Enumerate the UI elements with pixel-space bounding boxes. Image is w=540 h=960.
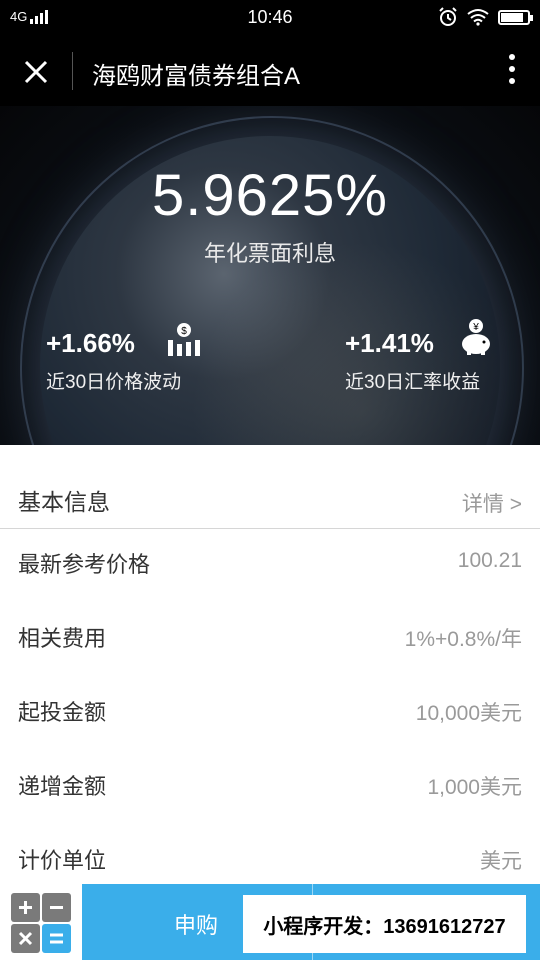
info-row-reference-price: 最新参考价格 100.21	[0, 529, 540, 603]
row-label: 计价单位	[18, 848, 107, 873]
stat-value: +1.66%	[46, 328, 135, 358]
hero-banner: 5.9625% 年化票面利息 +1.66% 近30日价格波动 $ +1.41% …	[0, 106, 540, 445]
page-title: 海鸥财富债券组合A	[92, 63, 301, 90]
piggy-bank-yen-icon: ¥	[462, 319, 490, 355]
annual-rate-label: 年化票面利息	[203, 241, 336, 266]
subscribe-label: 申购	[174, 913, 219, 938]
fx-return-stat: +1.41% 近30日汇率收益 ¥	[345, 319, 490, 394]
row-label: 递增金额	[18, 774, 107, 799]
annual-rate-value: 5.9625%	[152, 163, 388, 228]
close-icon	[24, 60, 48, 84]
info-row-fees: 相关费用 1%+0.8%/年	[0, 603, 540, 677]
stat-label: 近30日价格波动	[46, 372, 182, 393]
row-label: 起投金额	[18, 700, 107, 725]
nav-divider	[72, 52, 73, 90]
row-label: 最新参考价格	[18, 552, 151, 577]
info-row-increment: 递增金额 1,000美元	[0, 751, 540, 825]
calculator-icon[interactable]	[10, 892, 72, 954]
row-value: 1,000美元	[427, 776, 522, 799]
row-value: 10,000美元	[415, 702, 522, 725]
status-bar: 4G 10:46	[0, 0, 540, 36]
price-volatility-stat: +1.66% 近30日价格波动 $	[46, 323, 200, 394]
row-label: 相关费用	[18, 626, 107, 651]
basic-info-header: 基本信息 详情 >	[0, 445, 540, 529]
more-options-button[interactable]	[506, 54, 518, 90]
stat-label: 近30日汇率收益	[345, 372, 481, 393]
row-value: 美元	[480, 850, 522, 873]
wifi-icon	[467, 9, 489, 26]
bar-chart-dollar-icon: $	[168, 323, 200, 356]
basic-info-section: 基本信息 详情 > 最新参考价格 100.21 相关费用 1%+0.8%/年 起…	[0, 445, 540, 899]
section-title: 基本信息	[18, 489, 110, 515]
nav-bar: 海鸥财富债券组合A	[0, 36, 540, 106]
details-link[interactable]: 详情 >	[462, 488, 522, 518]
status-icons	[438, 7, 533, 27]
alarm-icon	[439, 7, 457, 26]
battery-icon	[498, 9, 533, 25]
close-button[interactable]	[18, 54, 54, 90]
info-row-min-investment: 起投金额 10,000美元	[0, 677, 540, 751]
row-value: 1%+0.8%/年	[404, 628, 522, 651]
row-value: 100.21	[457, 549, 522, 572]
svg-text:¥: ¥	[472, 322, 479, 333]
watermark-overlay: 小程序开发：13691612727	[243, 895, 526, 953]
svg-text:$: $	[181, 326, 187, 337]
